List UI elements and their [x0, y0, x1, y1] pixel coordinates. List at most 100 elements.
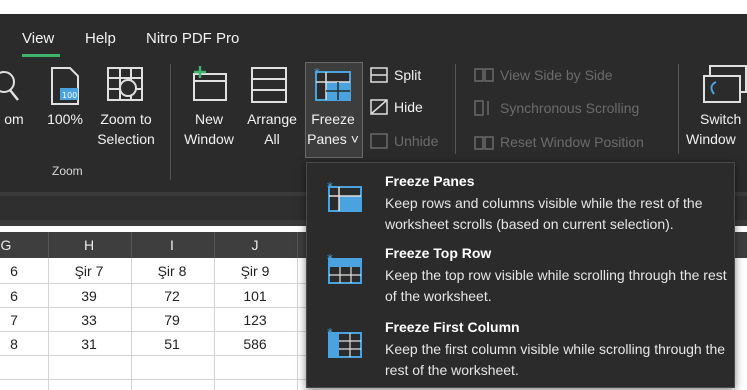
svg-text:*: * [314, 66, 320, 80]
table-cell[interactable]: 72 [142, 288, 202, 304]
svg-text:*: * [327, 253, 333, 266]
switch-windows-line1: Switch [700, 111, 742, 127]
active-tab-indicator [22, 54, 60, 57]
zoom-to-selection-label[interactable]: Zoom to Selection [88, 109, 164, 149]
reset-window-position-button[interactable]: Reset Window Position [474, 134, 644, 150]
new-window-line1: New [194, 111, 223, 127]
grid-hline [0, 283, 310, 284]
group-separator [455, 64, 456, 154]
hide-button[interactable]: Hide [370, 99, 423, 115]
grid-hline [0, 355, 310, 356]
tab-nitro-pdf-pro[interactable]: Nitro PDF Pro [146, 30, 239, 47]
table-cell[interactable]: 31 [59, 336, 119, 352]
arrange-all-icon[interactable] [250, 66, 290, 111]
freeze-first-column-icon: * [327, 326, 363, 364]
switch-windows-label[interactable]: Switch Window [686, 109, 747, 149]
table-cell[interactable]: 6 [0, 288, 44, 304]
view-side-by-side-icon [474, 68, 494, 82]
top-edge [0, 0, 747, 14]
view-side-by-side-button[interactable]: View Side by Side [474, 67, 613, 83]
new-window-icon[interactable] [190, 64, 230, 109]
arrange-all-line1: Arrange [247, 111, 297, 127]
switch-windows-icon[interactable] [702, 64, 747, 113]
zoom-icon[interactable] [0, 68, 22, 109]
tab-view[interactable]: View [22, 30, 54, 47]
view-side-by-side-label: View Side by Side [500, 67, 613, 83]
column-header-i[interactable]: I [152, 237, 192, 253]
table-cell[interactable]: 8 [0, 336, 44, 352]
freeze-panes-line1: Freeze [311, 111, 355, 127]
column-header-h[interactable]: H [69, 237, 109, 253]
table-cell[interactable]: Şir 8 [142, 263, 202, 279]
menu-item-description: Keep the top row visible while scrolling… [385, 267, 727, 304]
menu-item-freeze-first-column[interactable]: * Freeze First Column Keep the first col… [307, 315, 734, 385]
synchronous-scrolling-label: Synchronous Scrolling [500, 100, 640, 116]
grid-vline [48, 258, 49, 390]
unhide-icon [370, 133, 388, 149]
column-divider [214, 232, 215, 258]
grid-hline [0, 307, 310, 308]
column-divider [48, 232, 49, 258]
freeze-panes-line2: Panes ˅ [307, 131, 359, 147]
freeze-panes-label: Freeze Panes ˅ [305, 109, 361, 149]
svg-text:*: * [327, 181, 333, 194]
column-divider [297, 232, 298, 258]
tab-help[interactable]: Help [85, 30, 116, 47]
arrange-all-line2: All [264, 131, 280, 147]
hide-label: Hide [394, 99, 423, 115]
zoom-100-icon[interactable]: 100 [50, 66, 80, 111]
zoom-group-label: Zoom [52, 164, 83, 178]
table-cell[interactable]: Şir 9 [225, 263, 285, 279]
freeze-top-row-icon: * [327, 252, 363, 290]
synchronous-scrolling-icon [474, 100, 489, 116]
table-cell[interactable]: 51 [142, 336, 202, 352]
menu-item-title: Freeze Top Row [385, 245, 492, 261]
zoom-to-selection-icon[interactable] [106, 66, 146, 111]
table-cell[interactable]: 586 [225, 336, 285, 352]
grid-vline [297, 258, 298, 390]
freeze-panes-menu: * Freeze Panes Keep rows and columns vis… [306, 162, 735, 388]
column-header-j[interactable]: J [235, 237, 275, 253]
arrange-all-label[interactable]: Arrange All [242, 109, 302, 149]
reset-window-position-icon [474, 136, 494, 150]
freeze-panes-icon: * [327, 180, 363, 218]
table-cell[interactable]: 123 [225, 312, 285, 328]
table-cell[interactable]: 33 [59, 312, 119, 328]
synchronous-scrolling-button[interactable]: Synchronous Scrolling [474, 100, 639, 116]
split-button[interactable]: Split [370, 67, 421, 83]
table-cell[interactable]: 79 [142, 312, 202, 328]
menu-item-title: Freeze First Column [385, 319, 520, 335]
split-icon [370, 67, 388, 83]
menu-item-title: Freeze Panes [385, 173, 475, 189]
svg-text:100: 100 [62, 91, 77, 100]
svg-text:*: * [327, 327, 333, 340]
zoom-to-selection-line1: Zoom to [100, 111, 152, 127]
unhide-label: Unhide [394, 133, 439, 149]
column-header-g[interactable]: G [0, 237, 26, 253]
menu-item-description: Keep rows and columns visible while the … [385, 195, 703, 232]
switch-windows-line2: Window [686, 131, 736, 147]
hide-icon [370, 99, 388, 115]
table-cell[interactable]: 101 [225, 288, 285, 304]
table-cell[interactable]: 39 [59, 288, 119, 304]
zoom-to-selection-line2: Selection [97, 131, 155, 147]
grid-hline [0, 379, 310, 380]
group-separator [170, 64, 171, 180]
menu-item-freeze-panes[interactable]: * Freeze Panes Keep rows and columns vis… [307, 167, 734, 237]
table-cell[interactable]: Şir 7 [59, 263, 119, 279]
new-window-line2: Window [184, 131, 234, 147]
grid-vline [214, 258, 215, 390]
column-divider [131, 232, 132, 258]
freeze-panes-icon: * [314, 66, 354, 107]
menu-item-description: Keep the first column visible while scro… [385, 341, 726, 378]
zoom-100-label[interactable]: 100% [43, 109, 87, 129]
menu-item-freeze-top-row[interactable]: * Freeze Top Row Keep the top row visibl… [307, 241, 734, 311]
zoom-button-label[interactable]: om [0, 109, 28, 129]
table-cell[interactable]: 7 [0, 312, 44, 328]
new-window-label[interactable]: New Window [178, 109, 240, 149]
reset-window-position-label: Reset Window Position [500, 134, 644, 150]
grid-vline [131, 258, 132, 390]
group-separator [678, 64, 679, 154]
table-cell[interactable]: 6 [0, 263, 44, 279]
unhide-button[interactable]: Unhide [370, 133, 438, 149]
